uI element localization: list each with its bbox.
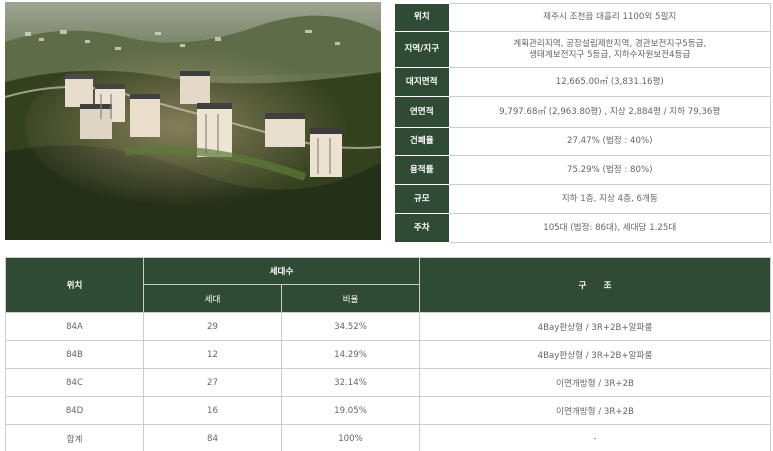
summary-label: 지역/지구 bbox=[395, 31, 450, 68]
summary-value: 12,665.00㎡ (3,831.16평) bbox=[448, 67, 771, 97]
unit-ratio: 32.14% bbox=[280, 368, 421, 397]
unit-type: 84A bbox=[5, 312, 144, 341]
header-ratio: 비율 bbox=[280, 284, 421, 313]
summary-row-zone: 지역/지구 계획관리지역, 공장설립제한지역, 경관보전지구5등급, 생태계보전… bbox=[395, 31, 771, 68]
unit-structure: 4Bay판상형 / 3R+2B+알파룸 bbox=[419, 312, 771, 341]
unit-type: 84D bbox=[5, 396, 144, 425]
unit-header-row: 위치 세대수 구 조 bbox=[5, 257, 771, 313]
table-row-total: 합계 84 100% - bbox=[5, 424, 771, 451]
summary-label: 위치 bbox=[395, 3, 450, 32]
summary-label: 규모 bbox=[395, 184, 450, 214]
unit-type: 84B bbox=[5, 340, 144, 369]
summary-row-floor-area: 연면적 9,797.68㎡ (2,963.80평) , 지상 2,884평 / … bbox=[395, 96, 771, 128]
summary-value: 제주시 조천읍 대흘리 1100외 5필지 bbox=[448, 3, 771, 32]
header-location: 위치 bbox=[5, 257, 144, 313]
aerial-view-image bbox=[5, 2, 381, 240]
unit-type: 합계 bbox=[5, 424, 144, 451]
unit-count: 27 bbox=[143, 368, 282, 397]
unit-structure: - bbox=[419, 424, 771, 451]
project-summary-table: 위치 제주시 조천읍 대흘리 1100외 5필지 지역/지구 계획관리지역, 공… bbox=[395, 3, 771, 243]
unit-ratio: 14.29% bbox=[280, 340, 421, 369]
unit-structure: 4Bay판상형 / 3R+2B+알파룸 bbox=[419, 340, 771, 369]
summary-row-coverage: 건폐율 27.47% (법정 : 40%) bbox=[395, 127, 771, 156]
summary-value: 9,797.68㎡ (2,963.80평) , 지상 2,884평 / 지하 7… bbox=[448, 96, 771, 128]
unit-type: 84C bbox=[5, 368, 144, 397]
summary-label: 대지면적 bbox=[395, 67, 450, 97]
header-household-count: 세대 bbox=[143, 284, 282, 313]
summary-row-far: 용적률 75.29% (법정 : 80%) bbox=[395, 155, 771, 185]
unit-structure: 이면개방형 / 3R+2B bbox=[419, 396, 771, 425]
table-row: 84C 27 32.14% 이면개방형 / 3R+2B bbox=[5, 368, 771, 397]
summary-row-parking: 주차 105대 (법정: 86대), 세대당 1.25대 bbox=[395, 213, 771, 243]
summary-row-location: 위치 제주시 조천읍 대흘리 1100외 5필지 bbox=[395, 3, 771, 32]
table-row: 84B 12 14.29% 4Bay판상형 / 3R+2B+알파룸 bbox=[5, 340, 771, 369]
summary-value: 지하 1층, 지상 4층, 6개동 bbox=[448, 184, 771, 214]
table-row: 84A 29 34.52% 4Bay판상형 / 3R+2B+알파룸 bbox=[5, 312, 771, 341]
table-row: 84D 16 19.05% 이면개방형 / 3R+2B bbox=[5, 396, 771, 425]
summary-value-line: 계획관리지역, 공장설립제한지역, 경관보전지구5등급, bbox=[513, 38, 707, 49]
summary-value: 75.29% (법정 : 80%) bbox=[448, 155, 771, 185]
summary-label: 주차 bbox=[395, 213, 450, 243]
unit-count: 16 bbox=[143, 396, 282, 425]
header-households: 세대수 bbox=[142, 257, 421, 285]
unit-ratio: 34.52% bbox=[280, 312, 421, 341]
summary-label: 건폐율 bbox=[395, 127, 450, 156]
summary-label: 연면적 bbox=[395, 96, 450, 128]
summary-value: 계획관리지역, 공장설립제한지역, 경관보전지구5등급, 생태계보전지구 5등급… bbox=[448, 31, 771, 68]
unit-structure: 이면개방형 / 3R+2B bbox=[419, 368, 771, 397]
unit-ratio: 19.05% bbox=[280, 396, 421, 425]
unit-count: 84 bbox=[143, 424, 282, 451]
unit-ratio: 100% bbox=[280, 424, 421, 451]
unit-mix-table: 위치 세대수 구 조 세대 비율 84A 29 34.52% 4Bay판상형 /… bbox=[5, 257, 771, 451]
unit-count: 12 bbox=[143, 340, 282, 369]
summary-row-site-area: 대지면적 12,665.00㎡ (3,831.16평) bbox=[395, 67, 771, 97]
summary-value-line: 생태계보전지구 5등급, 지하수자원보전4등급 bbox=[529, 49, 691, 60]
summary-value: 105대 (법정: 86대), 세대당 1.25대 bbox=[448, 213, 771, 243]
summary-value: 27.47% (법정 : 40%) bbox=[448, 127, 771, 156]
summary-label: 용적률 bbox=[395, 155, 450, 185]
header-structure: 구 조 bbox=[419, 257, 771, 313]
unit-count: 29 bbox=[143, 312, 282, 341]
summary-row-scale: 규모 지하 1층, 지상 4층, 6개동 bbox=[395, 184, 771, 214]
